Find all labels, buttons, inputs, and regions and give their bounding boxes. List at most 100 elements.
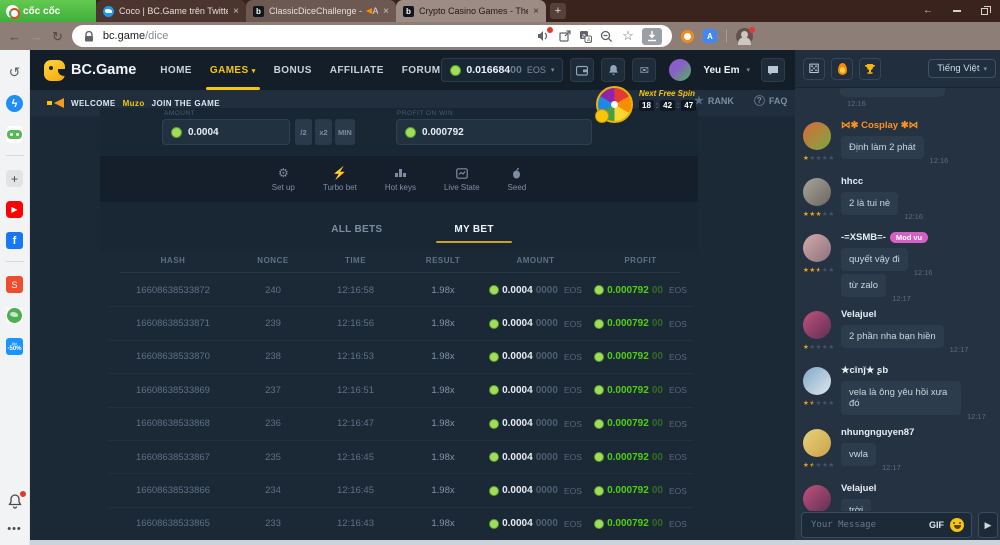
table-row[interactable]: 1660863853386623412:16:451.98x0.00040000… <box>108 474 693 507</box>
close-icon[interactable]: × <box>533 6 539 17</box>
nav-affiliate[interactable]: AFFILIATE <box>330 65 384 76</box>
coccoc-extension-icon[interactable] <box>681 30 694 43</box>
balance-pill[interactable]: 0.01668400 EOS ▾ <box>441 58 563 82</box>
seed-button[interactable]: Seed <box>508 166 527 192</box>
gif-emoji-icon[interactable] <box>950 518 964 532</box>
setup-button[interactable]: ⚙Set up <box>272 166 295 192</box>
table-row[interactable]: 1660863853386723512:16:451.98x0.00040000… <box>108 441 693 474</box>
free-spin-widget[interactable]: Next Free Spin 18: 42: 47 <box>596 86 696 123</box>
bolt-icon: ⚡ <box>332 166 347 180</box>
nav-home[interactable]: HOME <box>160 65 192 76</box>
chat-user-name[interactable]: nhungnguyen87 <box>841 427 914 438</box>
messenger-icon[interactable]: ϟ <box>6 95 23 112</box>
hot-keys-button[interactable]: Hot keys <box>385 166 416 192</box>
spin-wheel-icon[interactable] <box>596 86 633 123</box>
speaker-icon[interactable] <box>537 29 551 43</box>
games-icon[interactable] <box>6 126 23 143</box>
min-button[interactable]: MIN <box>335 119 355 145</box>
new-tab-button[interactable]: + <box>550 3 566 19</box>
avatar[interactable] <box>803 178 831 206</box>
avatar[interactable] <box>803 122 831 150</box>
chat-user-name[interactable]: ⋈✱ Cosplay ✱⋈ <box>841 120 918 131</box>
nav-bonus[interactable]: BONUS <box>274 65 312 76</box>
shopee-icon[interactable]: S <box>6 276 23 293</box>
tab-my-bet[interactable]: MY BET <box>454 224 493 235</box>
double-button[interactable]: x2 <box>315 119 332 145</box>
browser-tab-challenge[interactable]: b ClassicDiceChallenge - An × <box>246 0 396 22</box>
avatar[interactable] <box>803 234 831 262</box>
add-icon[interactable]: + <box>6 170 23 187</box>
table-row[interactable]: 1660863853386523312:16:431.98x0.00040000… <box>108 508 693 541</box>
table-row[interactable]: 1660863853387224012:16:581.98x0.00040000… <box>108 274 693 307</box>
table-row[interactable]: 1660863853386823612:16:471.98x0.00040000… <box>108 408 693 441</box>
dice-icon[interactable]: ⚄ <box>803 58 825 80</box>
bet-result: 1.98x <box>403 485 483 496</box>
facebook-icon[interactable]: f <box>6 232 23 249</box>
green-app-icon[interactable] <box>6 307 23 324</box>
wallet-icon[interactable] <box>570 58 594 82</box>
turbo-bet-button[interactable]: ⚡Turbo bet <box>323 166 357 192</box>
youtube-icon[interactable]: ▶ <box>6 201 23 218</box>
bookmark-star-icon[interactable]: ☆ <box>621 29 635 43</box>
half-button[interactable]: /2 <box>295 119 312 145</box>
avatar[interactable] <box>803 367 831 395</box>
tab-all-bets[interactable]: ALL BETS <box>331 224 382 235</box>
address-bar[interactable]: bc.game/dice aA ☆ <box>72 25 672 47</box>
profile-icon[interactable] <box>736 28 753 45</box>
forward-icon[interactable]: → <box>30 30 43 43</box>
amount-input[interactable]: 0.0004 <box>162 119 290 145</box>
nav-forum[interactable]: FORUM <box>402 65 441 76</box>
history-icon[interactable]: ↺ <box>6 64 23 81</box>
table-row[interactable]: 1660863853386923712:16:511.98x0.00040000… <box>108 374 693 407</box>
chat-user-name[interactable]: ★cînǰ★ ʂb <box>841 365 888 376</box>
share-icon[interactable] <box>558 29 572 43</box>
avatar[interactable] <box>803 429 831 457</box>
flame-icon[interactable] <box>831 58 853 80</box>
bcgame-logo-icon[interactable] <box>44 60 65 81</box>
zoom-out-icon[interactable] <box>600 29 614 43</box>
chat-toggle-icon[interactable] <box>761 58 785 82</box>
notification-bell-icon[interactable] <box>601 58 625 82</box>
faq-button[interactable]: ?FAQ <box>754 95 788 106</box>
megaphone-icon <box>54 98 64 108</box>
browser-tab-twitter[interactable]: Coco | BC.Game trên Twitter: × <box>96 0 246 22</box>
reload-icon[interactable]: ↻ <box>52 30 63 43</box>
close-icon[interactable]: × <box>383 6 389 17</box>
rank-button[interactable]: ★RANK <box>694 94 734 107</box>
dock-icon[interactable]: ← <box>923 6 933 16</box>
back-icon[interactable]: ← <box>8 30 21 43</box>
minimize-icon[interactable] <box>953 10 961 12</box>
site-title[interactable]: BC.Game <box>71 62 136 78</box>
language-button[interactable]: Tiếng Việt▾ <box>928 59 996 78</box>
browser-tab-active[interactable]: b Crypto Casino Games - The 8 × <box>396 0 546 22</box>
chat-user-name[interactable]: -=XSMB=- <box>841 232 886 243</box>
translate-icon[interactable]: aA <box>579 29 593 43</box>
nav-games[interactable]: GAMES ▾ <box>210 65 256 76</box>
close-icon[interactable]: × <box>233 6 239 17</box>
restore-icon[interactable] <box>981 8 988 15</box>
avatar[interactable] <box>803 485 831 511</box>
translate-extension-icon[interactable]: A <box>703 29 717 43</box>
chat-input-bar[interactable]: GIF <box>801 512 972 538</box>
tiki-icon[interactable]: tiki-50% <box>6 338 23 355</box>
profit-input[interactable]: 0.000792 <box>396 119 592 145</box>
user-avatar[interactable] <box>669 59 691 81</box>
trophy-icon[interactable] <box>859 58 881 80</box>
table-row[interactable]: 1660863853387123912:16:561.98x0.00040000… <box>108 307 693 340</box>
chat-user-name[interactable]: hhcc <box>841 176 863 187</box>
table-row[interactable]: 1660863853387023812:16:531.98x0.00040000… <box>108 341 693 374</box>
gif-button[interactable]: GIF <box>929 520 944 530</box>
mail-icon[interactable]: ✉ <box>632 58 656 82</box>
bell-icon[interactable] <box>6 493 23 510</box>
chat-user-name[interactable]: Velajuel <box>841 483 876 494</box>
horizontal-scrollbar[interactable] <box>30 540 1000 545</box>
chat-user-name[interactable]: Velajuel <box>841 309 876 320</box>
user-name[interactable]: Yeu Em <box>703 65 739 76</box>
avatar[interactable] <box>803 311 831 339</box>
chat-message-input[interactable] <box>809 519 923 531</box>
send-icon[interactable]: ▶ <box>978 512 998 538</box>
download-icon[interactable] <box>642 28 662 45</box>
live-state-button[interactable]: Live State <box>444 166 480 192</box>
more-dots-icon[interactable]: ••• <box>6 520 23 537</box>
star-rating-icon: ★★★★★ <box>803 266 835 274</box>
